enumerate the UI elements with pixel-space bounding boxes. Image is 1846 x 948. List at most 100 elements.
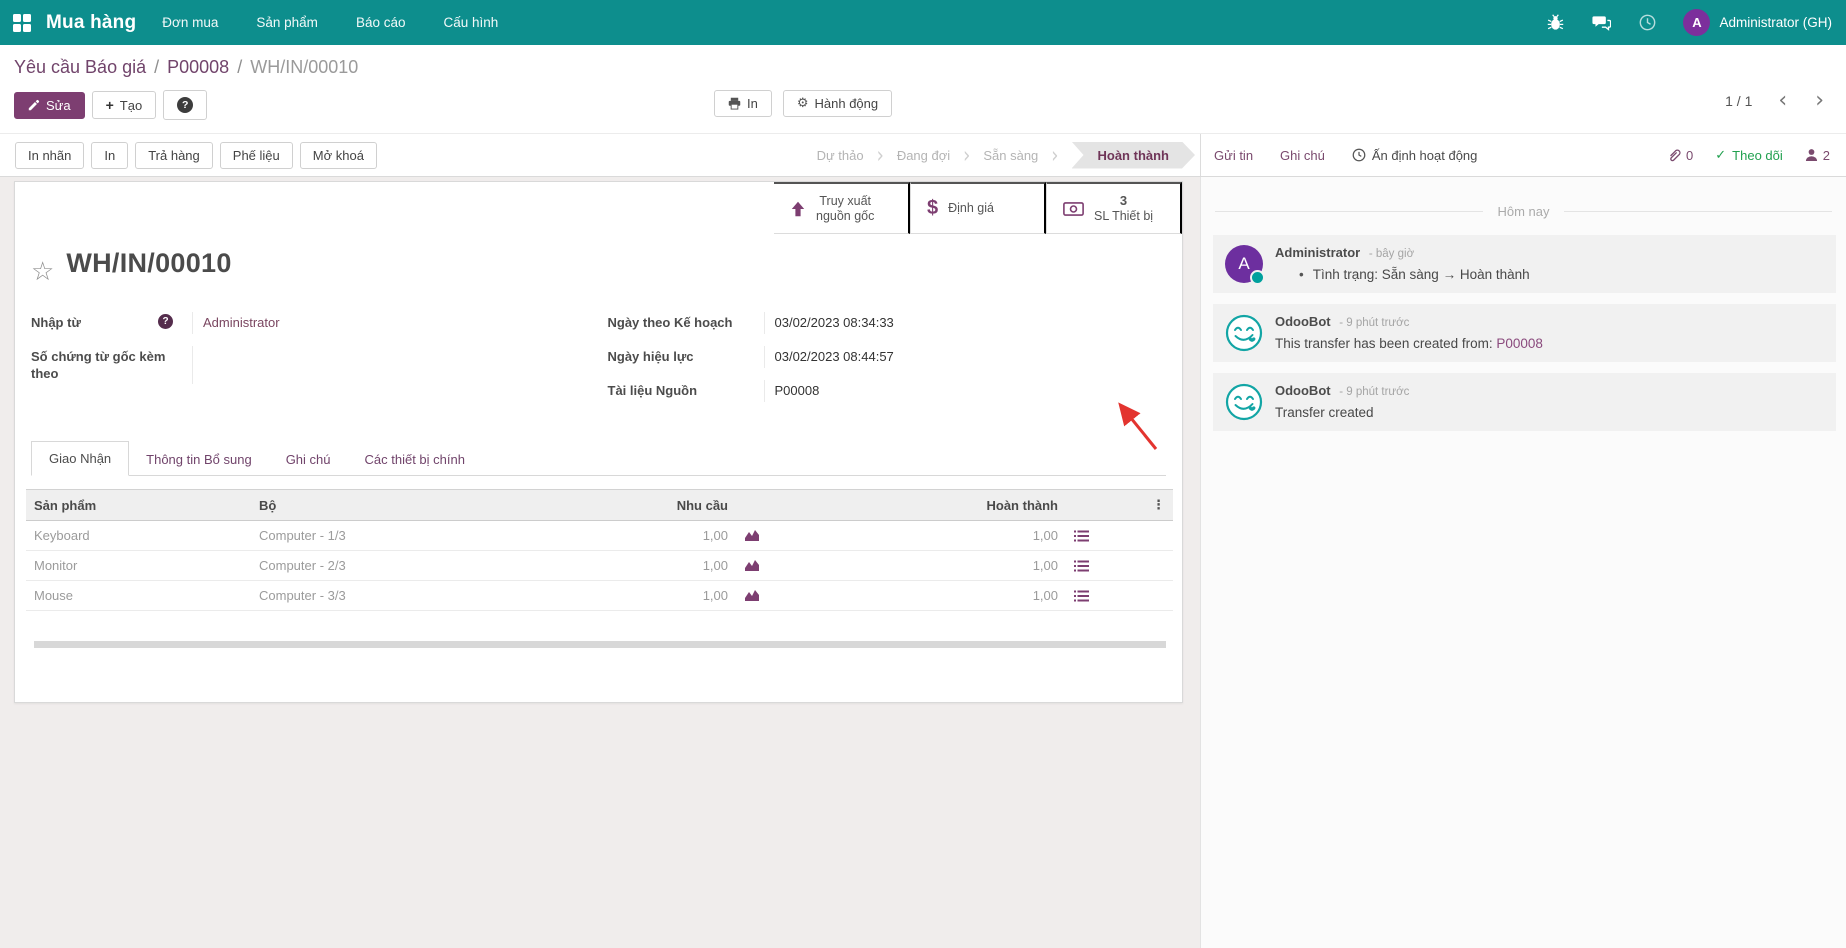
statusbar-step[interactable]: Sẵn sàng: [983, 145, 1071, 166]
field-value[interactable]: [193, 346, 203, 350]
document-action-button[interactable]: In nhãn: [15, 142, 84, 169]
status-row: In nhãn In Trả hàng Phế liệu Mở khoá Dự thảo…: [0, 134, 1846, 177]
nav-menu-item[interactable]: Báo cáo: [356, 15, 406, 30]
statusbar-step[interactable]: Hoàn thành: [1072, 142, 1196, 169]
traceability-stat-button[interactable]: Truy xuất nguồn gốc: [774, 182, 910, 234]
send-message-button[interactable]: Gửi tin: [1214, 148, 1253, 163]
messages-icon[interactable]: [1591, 13, 1611, 33]
follow-button[interactable]: ✓ Theo dõi: [1715, 148, 1783, 163]
col-spacer-1: [736, 490, 836, 521]
valuation-stat-button[interactable]: $ Định giá: [910, 182, 1046, 234]
list-options-icon[interactable]: ⋮: [1152, 498, 1165, 513]
breadcrumb-current: WH/IN/00010: [250, 57, 358, 78]
form-sheet: Truy xuất nguồn gốc $ Định giá: [14, 181, 1183, 703]
table-row[interactable]: Mouse Computer - 3/3 1,00 1,00: [26, 581, 1173, 611]
cell-product: Keyboard: [26, 521, 251, 551]
field-value: 03/02/2023 08:34:33: [765, 312, 894, 333]
forecast-chart-icon[interactable]: [744, 559, 760, 572]
breadcrumb-link-p00008[interactable]: P00008: [167, 57, 229, 78]
message-time: - bây giờ: [1369, 248, 1414, 260]
pager-next-icon[interactable]: ›: [1815, 93, 1824, 109]
device-count-stat-button[interactable]: 3 SL Thiết bị: [1046, 182, 1182, 234]
table-end-separator: [34, 641, 1166, 648]
stat-buttons: Truy xuất nguồn gốc $ Định giá: [774, 182, 1182, 234]
plus-icon: +: [106, 98, 114, 112]
edit-button[interactable]: Sửa: [14, 92, 85, 119]
table-row[interactable]: Monitor Computer - 2/3 1,00 1,00: [26, 551, 1173, 581]
user-menu[interactable]: A Administrator (GH): [1683, 9, 1832, 36]
form-field: Ngày hiệu lực ? 03/02/2023 08:44:57: [608, 346, 1167, 368]
app-name[interactable]: Mua hàng: [46, 12, 136, 34]
activities-clock-icon[interactable]: [1637, 13, 1657, 33]
action-button[interactable]: ⚙ Hành động: [783, 90, 892, 117]
pager-previous-icon[interactable]: ‹: [1778, 93, 1787, 109]
schedule-activity-button[interactable]: Ấn định hoạt động: [1352, 148, 1478, 163]
followers-button[interactable]: 2: [1805, 148, 1830, 163]
forecast-chart-icon[interactable]: [744, 589, 760, 602]
field-value: P00008: [765, 380, 820, 401]
message-author[interactable]: Administrator: [1275, 245, 1360, 260]
user-name: Administrator (GH): [1719, 15, 1832, 30]
notebook-tab[interactable]: Giao Nhận: [31, 441, 129, 476]
question-circle-icon: ?: [177, 97, 193, 113]
notebook-tabs: Giao NhậnThông tin Bổ sungGhi chúCác thi…: [31, 440, 1166, 476]
field-value[interactable]: Administrator: [193, 312, 280, 333]
debug-bug-icon[interactable]: [1545, 13, 1565, 33]
nav-menu-item[interactable]: Cấu hình: [443, 15, 498, 30]
table-row[interactable]: Keyboard Computer - 1/3 1,00 1,00: [26, 521, 1173, 551]
log-note-button[interactable]: Ghi chú: [1280, 148, 1325, 163]
cell-demand: 1,00: [506, 551, 736, 581]
field-help-icon[interactable]: ?: [158, 314, 173, 329]
message-record-link[interactable]: P00008: [1496, 336, 1543, 351]
apps-grid-icon[interactable]: [0, 0, 44, 45]
detailed-operations-icon[interactable]: [1074, 530, 1089, 542]
col-product[interactable]: Sản phẩm: [26, 490, 251, 521]
date-divider: Hôm nay: [1215, 204, 1832, 219]
statusbar-step[interactable]: Dự thảo: [817, 145, 897, 166]
nav-right-group: A Administrator (GH): [1545, 9, 1846, 36]
message-list: A Administrator: [1201, 235, 1846, 431]
detailed-operations-icon[interactable]: [1074, 560, 1089, 572]
field-label: Nhập từ: [31, 314, 81, 331]
table-header-row: Sản phẩm Bộ Nhu cầu Hoàn thành ⋮: [26, 490, 1173, 521]
message-time: - 9 phút trước: [1339, 317, 1409, 329]
col-done[interactable]: Hoàn thành: [836, 490, 1066, 521]
document-action-button[interactable]: In: [91, 142, 128, 169]
pager: 1 / 1 ‹ ›: [1725, 93, 1824, 109]
record-title: WH/IN/00010: [66, 248, 231, 279]
message-author[interactable]: OdooBot: [1275, 314, 1331, 329]
create-button[interactable]: + Tạo: [92, 91, 157, 119]
nav-menu-item[interactable]: Đơn mua: [162, 15, 218, 30]
document-action-button[interactable]: Mở khoá: [300, 142, 377, 169]
nav-menu-item[interactable]: Sản phẩm: [256, 15, 318, 30]
field-label: Số chứng từ gốc kèm theo: [31, 348, 182, 382]
detailed-operations-icon[interactable]: [1074, 590, 1089, 602]
notebook-tab[interactable]: Thông tin Bổ sung: [129, 443, 269, 476]
breadcrumb-link-rfq[interactable]: Yêu cầu Báo giá: [14, 57, 146, 78]
forecast-chart-icon[interactable]: [744, 529, 760, 542]
cell-demand: 1,00: [506, 581, 736, 611]
document-action-button[interactable]: Trả hàng: [135, 142, 213, 169]
statusbar-step[interactable]: Đang đợi: [897, 145, 984, 166]
attachments-button[interactable]: 0: [1667, 148, 1693, 163]
message-author[interactable]: OdooBot: [1275, 383, 1331, 398]
money-icon: [1063, 202, 1084, 216]
cell-product: Monitor: [26, 551, 251, 581]
odoo-inventory-transfer-screen: Mua hàng Đơn mua Sản phẩm Báo cáo Cấu hình: [0, 0, 1846, 948]
printer-icon: [728, 97, 741, 110]
form-field: Số chứng từ gốc kèm theo ?: [31, 346, 590, 384]
favorite-star-icon[interactable]: ☆: [31, 257, 54, 287]
breadcrumb: Yêu cầu Báo giá / P00008 / WH/IN/00010: [14, 57, 358, 78]
field-label: Tài liệu Nguồn: [608, 382, 698, 399]
col-set[interactable]: Bộ: [251, 490, 506, 521]
col-demand[interactable]: Nhu cầu: [506, 490, 736, 521]
form-area: Truy xuất nguồn gốc $ Định giá: [0, 177, 1200, 948]
notebook-tab[interactable]: Ghi chú: [269, 443, 348, 476]
cell-set: Computer - 1/3: [251, 521, 506, 551]
document-action-button[interactable]: Phế liệu: [220, 142, 293, 169]
help-button[interactable]: ?: [163, 90, 207, 120]
fields-right-column: Ngày theo Kế hoạch ? 03/02/2023 08:34:33…: [608, 312, 1167, 414]
notebook-tab[interactable]: Các thiết bị chính: [348, 443, 482, 476]
dollar-icon: $: [927, 197, 938, 220]
print-button[interactable]: In: [714, 90, 772, 117]
